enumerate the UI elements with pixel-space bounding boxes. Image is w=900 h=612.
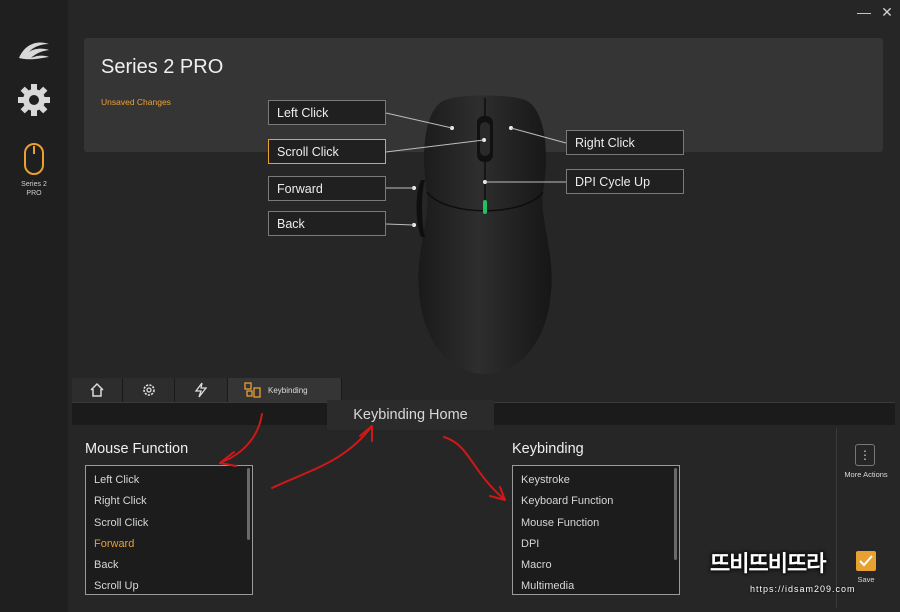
annotation-arrows <box>219 413 506 501</box>
watermark-url: https://idsam209.com <box>750 584 856 594</box>
watermark: 뜨비뜨비뜨라 https://idsam209.com <box>710 546 890 604</box>
watermark-text: 뜨비뜨비뜨라 <box>710 551 826 576</box>
